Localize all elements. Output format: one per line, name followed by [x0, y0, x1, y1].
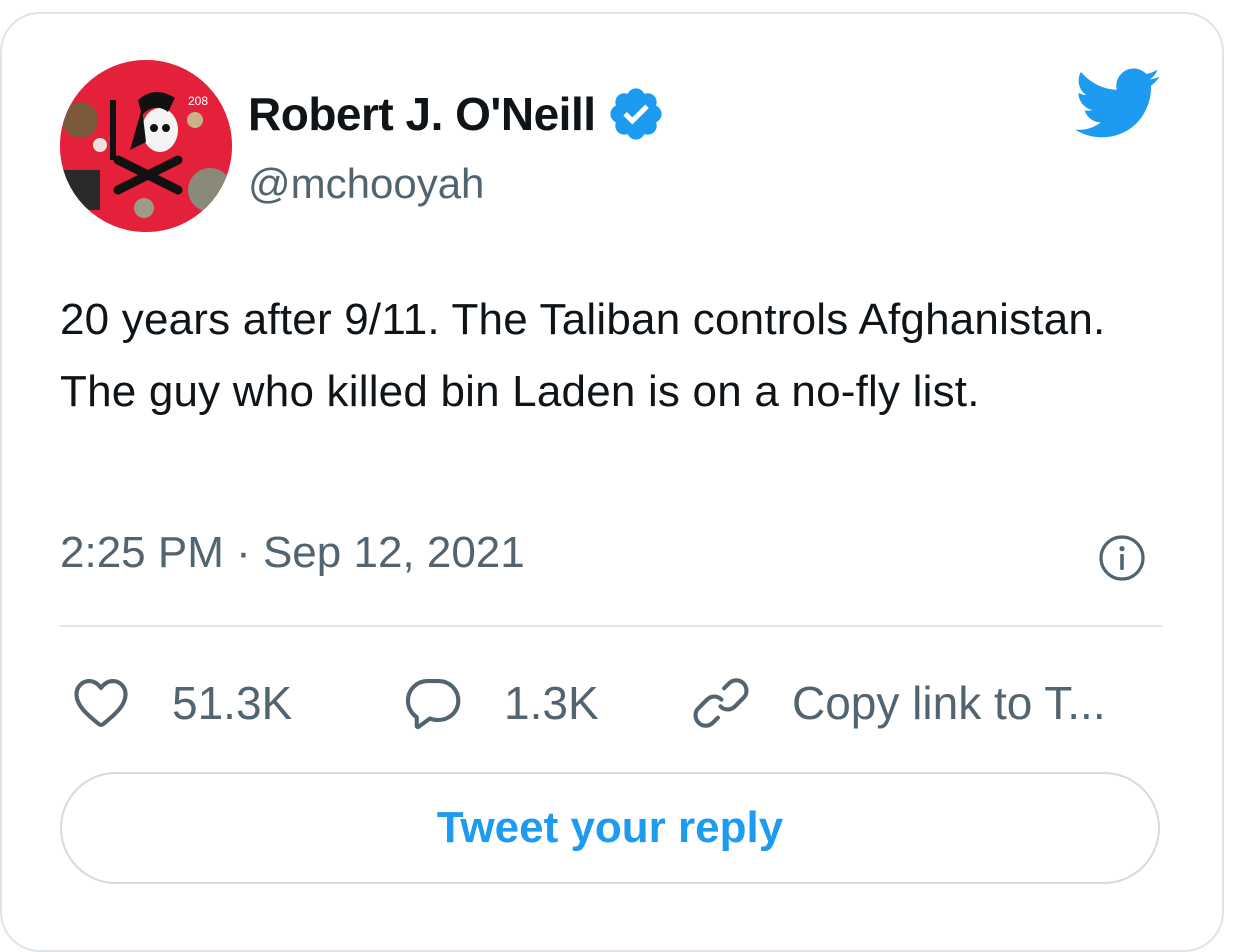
divider	[60, 625, 1162, 627]
reply-count: 1.3K	[504, 677, 599, 729]
copy-link-button[interactable]: Copy link to T...	[690, 668, 1106, 738]
author-display-name[interactable]: Robert J. O'Neill	[248, 87, 596, 141]
avatar[interactable]: 208	[60, 60, 232, 232]
like-button[interactable]: 51.3K	[70, 668, 292, 738]
reply-button[interactable]: 1.3K	[402, 668, 599, 738]
svg-text:208: 208	[188, 94, 208, 108]
heart-icon	[74, 678, 128, 728]
avatar-image: 208	[60, 60, 232, 232]
author-name-row[interactable]: Robert J. O'Neill	[248, 84, 666, 144]
verified-badge-icon	[609, 88, 662, 140]
link-icon	[693, 678, 749, 728]
tweet-text: 20 years after 9/11. The Taliban control…	[60, 295, 1106, 416]
action-bar: 51.3K 1.3K Copy link to T...	[0, 668, 1224, 738]
tweet-timestamp[interactable]: 2:25 PM · Sep 12, 2021	[60, 528, 525, 578]
info-icon[interactable]	[1098, 534, 1146, 582]
twitter-bird-icon	[1075, 68, 1160, 138]
speech-bubble-icon	[405, 678, 461, 730]
copy-link-label: Copy link to T...	[792, 677, 1106, 729]
tweet-your-reply-button[interactable]: Tweet your reply	[60, 772, 1160, 884]
like-count: 51.3K	[172, 677, 293, 729]
author-handle[interactable]: @mchooyah	[248, 160, 484, 208]
